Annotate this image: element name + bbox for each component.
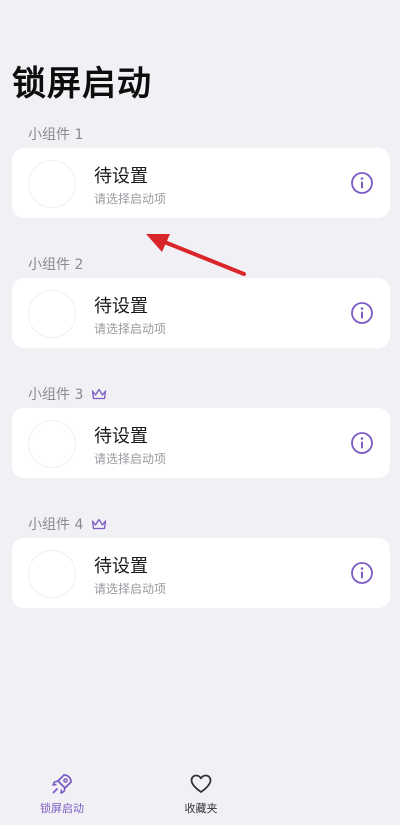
tab-label: 收藏夹 (184, 802, 218, 815)
widget-subtitle: 请选择启动项 (94, 192, 167, 206)
rocket-icon (52, 774, 72, 794)
widget-title: 待设置 (94, 166, 148, 187)
tab-lockscreen-launch[interactable]: 锁屏启动 (22, 772, 102, 816)
info-icon[interactable] (350, 431, 374, 455)
section-label-text: 小组件 2 (28, 257, 84, 273)
widget-title: 待设置 (94, 426, 148, 447)
widget-avatar-placeholder (28, 420, 76, 468)
section-label-widget-3: 小组件 3 (28, 384, 107, 404)
widget-card-1[interactable]: 待设置 请选择启动项 (12, 148, 390, 218)
widget-card-4[interactable]: 待设置 请选择启动项 (12, 538, 390, 608)
widget-card-3[interactable]: 待设置 请选择启动项 (12, 408, 390, 478)
annotation-arrow-icon (146, 234, 246, 276)
widget-subtitle: 请选择启动项 (94, 582, 167, 596)
info-icon[interactable] (350, 171, 374, 195)
section-label-text: 小组件 3 (28, 387, 84, 403)
tab-favorites[interactable]: 收藏夹 (161, 772, 241, 816)
crown-icon (92, 518, 107, 530)
widget-card-2[interactable]: 待设置 请选择启动项 (12, 278, 390, 348)
widget-title: 待设置 (94, 556, 148, 577)
widget-avatar-placeholder (28, 290, 76, 338)
section-label-widget-4: 小组件 4 (28, 514, 107, 534)
section-label-text: 小组件 4 (28, 517, 84, 533)
info-icon[interactable] (350, 301, 374, 325)
tab-label: 锁屏启动 (40, 802, 84, 815)
section-label-text: 小组件 1 (28, 127, 84, 143)
page-title: 锁屏启动 (12, 64, 152, 104)
widget-avatar-placeholder (28, 550, 76, 598)
section-label-widget-2: 小组件 2 (28, 254, 83, 274)
section-label-widget-1: 小组件 1 (28, 124, 83, 144)
widget-title: 待设置 (94, 296, 148, 317)
widget-subtitle: 请选择启动项 (94, 322, 167, 336)
bottom-tab-bar: 锁屏启动 收藏夹 (0, 760, 400, 825)
widget-avatar-placeholder (28, 160, 76, 208)
info-icon[interactable] (350, 561, 374, 585)
widget-subtitle: 请选择启动项 (94, 452, 167, 466)
heart-icon (190, 774, 212, 793)
crown-icon (92, 388, 107, 400)
